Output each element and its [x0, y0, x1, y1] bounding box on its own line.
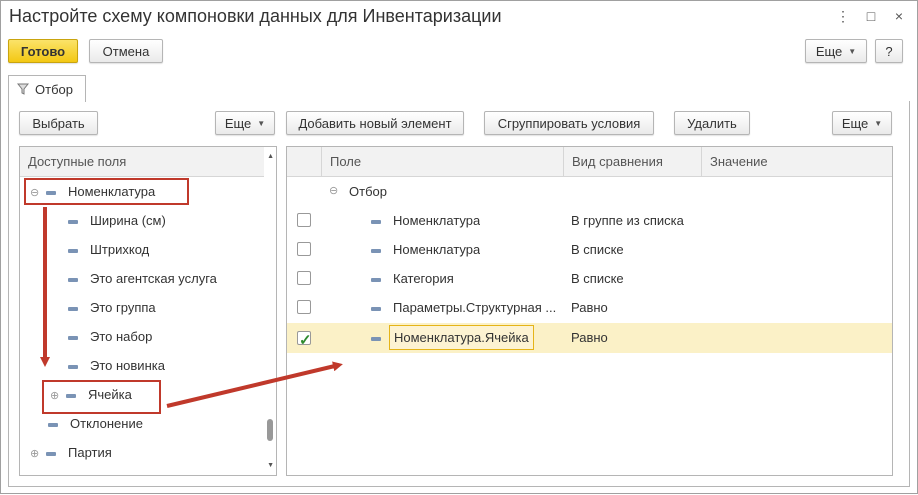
filter-icon: [17, 83, 29, 95]
table-row[interactable]: Номенклатура В группе из списка: [287, 206, 892, 235]
row-checkbox[interactable]: [297, 300, 311, 314]
title-bar: Настройте схему компоновки данных для Ин…: [1, 1, 917, 33]
tree-item-label: Это новинка: [90, 358, 165, 373]
table-row[interactable]: Категория В списке: [287, 264, 892, 293]
tree-more-button[interactable]: Еще ▼: [215, 111, 275, 135]
tree-item-width[interactable]: Ширина (см): [68, 206, 166, 235]
row-checkbox[interactable]: [297, 271, 311, 285]
tab-filter[interactable]: Отбор: [8, 75, 86, 102]
column-field[interactable]: Поле: [321, 147, 563, 177]
scroll-down-icon[interactable]: ▼: [267, 462, 274, 469]
more-menu-icon[interactable]: ⋮: [833, 7, 853, 25]
chevron-down-icon: ▼: [257, 118, 266, 128]
tree-item-barcode[interactable]: Штрихкод: [68, 235, 149, 264]
scroll-up-icon[interactable]: ▲: [267, 153, 274, 160]
group-conditions-button[interactable]: Сгруппировать условия: [484, 111, 654, 135]
row-comparison[interactable]: В списке: [571, 235, 624, 264]
row-comparison[interactable]: Равно: [571, 293, 608, 322]
field-icon: [371, 277, 381, 282]
delete-button[interactable]: Удалить: [674, 111, 750, 135]
field-icon: [68, 277, 78, 282]
row-checkbox-checked[interactable]: [297, 326, 312, 356]
field-icon: [68, 335, 78, 340]
row-checkbox[interactable]: [297, 242, 311, 256]
row-field-editor[interactable]: Номенклатура.Ячейка: [389, 325, 534, 350]
table-row[interactable]: Номенклатура В списке: [287, 235, 892, 264]
delete-button-label: Удалить: [687, 115, 737, 131]
tree-item-is-set[interactable]: Это набор: [68, 322, 152, 351]
tree-item-label: Это группа: [90, 300, 156, 315]
field-icon: [371, 219, 381, 224]
add-element-button[interactable]: Добавить новый элемент: [286, 111, 464, 135]
help-button[interactable]: ?: [875, 39, 903, 63]
cancel-button[interactable]: Отмена: [89, 39, 163, 63]
scroll-thumb[interactable]: [267, 419, 273, 441]
settings-window: Настройте схему компоновки данных для Ин…: [0, 0, 918, 494]
row-field[interactable]: Номенклатура: [393, 235, 480, 264]
tree-item-label: Партия: [68, 445, 112, 460]
table-row[interactable]: Параметры.Структурная ... Равно: [287, 293, 892, 322]
tab-filter-label: Отбор: [35, 81, 73, 97]
field-icon: [68, 306, 78, 311]
grid-more-button-label: Еще: [841, 115, 869, 131]
field-icon: [46, 451, 56, 456]
chevron-down-icon: ▼: [848, 46, 857, 56]
group-row[interactable]: ⊖ Отбор: [287, 177, 892, 206]
row-checkbox[interactable]: [297, 213, 311, 227]
tree-header: Доступные поля: [20, 147, 276, 177]
close-icon[interactable]: ×: [889, 7, 909, 25]
row-comparison[interactable]: Равно: [571, 323, 608, 353]
field-icon: [371, 336, 381, 341]
tree-item-is-group[interactable]: Это группа: [68, 293, 156, 322]
done-button-label: Готово: [20, 43, 66, 59]
tree-item-label: Это агентская услуга: [90, 271, 217, 286]
field-icon: [68, 248, 78, 253]
tree-scrollbar[interactable]: ▲ ▼: [264, 147, 276, 475]
column-value[interactable]: Значение: [701, 147, 892, 177]
expand-icon[interactable]: ⊕: [30, 440, 40, 469]
collapse-icon[interactable]: ⊖: [329, 177, 338, 206]
field-icon: [371, 306, 381, 311]
help-button-label: ?: [885, 43, 893, 59]
tree-item-label: Штрихкод: [90, 242, 150, 257]
field-icon: [371, 248, 381, 253]
tree-item-agent-service[interactable]: Это агентская услуга: [68, 264, 217, 293]
row-comparison[interactable]: В списке: [571, 264, 624, 293]
tree-item-label: Это набор: [90, 329, 153, 344]
field-icon: [68, 364, 78, 369]
more-button[interactable]: Еще ▼: [805, 39, 867, 63]
annotation-box-cell: [42, 380, 161, 414]
grid-more-button[interactable]: Еще ▼: [832, 111, 892, 135]
row-comparison[interactable]: В группе из списка: [571, 206, 684, 235]
tree-item-label: Отклонение: [70, 416, 143, 431]
tree-more-button-label: Еще: [224, 115, 252, 131]
select-button[interactable]: Выбрать: [19, 111, 98, 135]
field-icon: [48, 422, 58, 427]
add-element-button-label: Добавить новый элемент: [298, 115, 452, 131]
row-field[interactable]: Номенклатура: [393, 206, 480, 235]
column-comparison[interactable]: Вид сравнения: [563, 147, 701, 177]
row-field[interactable]: Категория: [393, 264, 454, 293]
tree-item-batch[interactable]: ⊕ Партия: [30, 438, 112, 467]
grid-header: Поле Вид сравнения Значение: [287, 147, 892, 177]
window-title: Настройте схему компоновки данных для Ин…: [9, 6, 502, 26]
more-button-label: Еще: [815, 43, 843, 59]
annotation-box-nomenclature: [24, 178, 189, 205]
done-button[interactable]: Готово: [8, 39, 78, 63]
field-icon: [68, 219, 78, 224]
maximize-icon[interactable]: □: [861, 7, 881, 25]
row-field[interactable]: Параметры.Структурная ...: [393, 293, 561, 322]
cancel-button-label: Отмена: [102, 43, 150, 59]
select-button-label: Выбрать: [32, 115, 85, 131]
tree-item-label: Ширина (см): [90, 213, 166, 228]
group-row-label: Отбор: [349, 184, 387, 199]
chevron-down-icon: ▼: [874, 118, 883, 128]
tree-item-is-new[interactable]: Это новинка: [68, 351, 165, 380]
filter-grid[interactable]: Поле Вид сравнения Значение ⊖ Отбор Номе…: [286, 146, 893, 476]
group-conditions-button-label: Сгруппировать условия: [497, 115, 641, 131]
table-row-selected[interactable]: Номенклатура.Ячейка Равно: [287, 323, 892, 356]
